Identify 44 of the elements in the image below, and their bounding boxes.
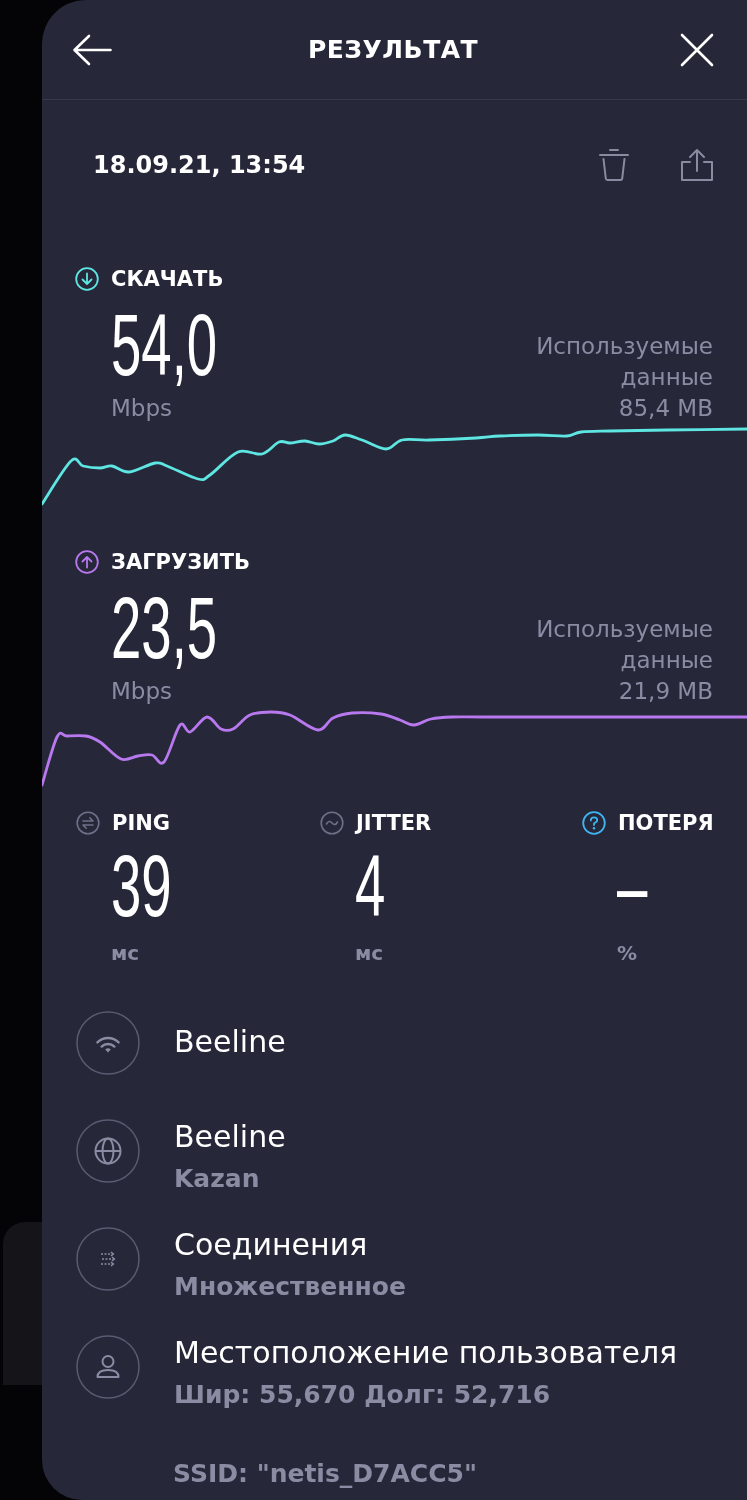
speed-unit: Mbps [111,678,173,704]
info-subtitle: Шир: 55,670 Долг: 52,716 [174,1379,551,1411]
test-label: СКАЧАТЬ [111,267,224,291]
info-subtitle: Kazan [174,1163,260,1195]
data-usage-label: Используемые данные [536,615,713,675]
test-date: 18.09.21, 13:54 [93,150,307,180]
info-title: Соединения [174,1226,368,1264]
info-subtitle: Множественное [174,1271,406,1303]
ssid-text: SSID: "netis_D7ACC5" [172,1458,478,1490]
trash-icon [598,148,630,182]
info-title: Местоположение пользователя [174,1334,678,1372]
speed-unit: Mbps [111,395,173,421]
info-title: Beeline [174,1023,286,1061]
wave-circle-icon [320,811,344,835]
data-usage-value: 85,4 MB [618,394,713,423]
back-button[interactable] [72,33,112,66]
data-usage-label: Используемые данные [536,332,713,392]
stat-value: – [617,843,648,929]
test-label: ЗАГРУЗИТЬ [111,550,250,574]
user-icon [76,1335,140,1399]
stat-unit: мс [355,941,384,965]
screen-title: РЕЗУЛЬТАТ [307,34,479,65]
data-usage-value: 21,9 MB [618,677,713,706]
delete-button[interactable] [598,148,630,182]
info-title: Beeline [174,1118,286,1156]
close-icon [680,32,714,67]
speed-value: 23,5 [111,585,218,671]
share-button[interactable] [680,148,714,182]
close-button[interactable] [680,32,714,67]
wifi-icon [76,1011,140,1075]
stat-unit: мс [111,941,140,965]
question-circle-icon[interactable] [582,811,606,835]
stat-value: 39 [111,843,172,929]
share-icon [680,148,714,182]
stat-label: JITTER [356,811,432,835]
arrows-circle-icon [76,811,100,835]
back-arrow-icon [72,33,112,66]
globe-icon [76,1119,140,1183]
stat-label: ПОТЕРЯ [618,811,714,835]
dashed-arrows-icon [76,1227,140,1291]
stat-value: 4 [355,843,386,929]
stat-unit: % [617,941,638,965]
stat-label: PING [112,811,171,835]
speed-value: 54,0 [111,302,218,388]
